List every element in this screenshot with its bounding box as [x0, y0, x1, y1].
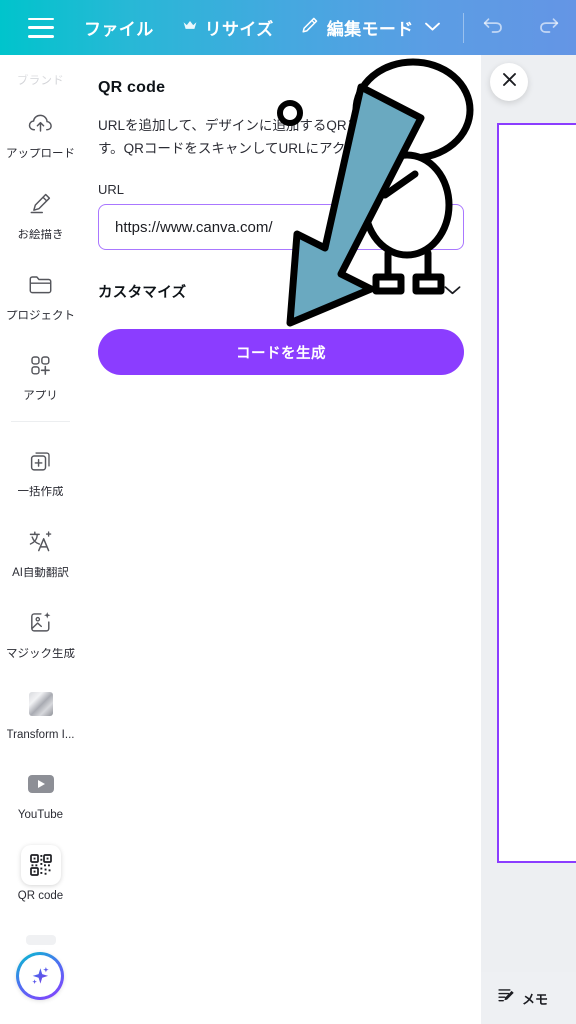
undo-arrow-icon — [481, 14, 505, 41]
youtube-icon — [21, 764, 61, 804]
sidebar-item-magic-media[interactable]: マジック生成 — [0, 590, 81, 671]
translate-icon — [21, 522, 61, 562]
transform-thumbnail-icon — [21, 684, 61, 724]
memo-button[interactable]: メモ — [497, 986, 548, 1010]
url-field-label: URL — [98, 182, 125, 198]
sidebar-item-transform[interactable]: Transform I... — [0, 671, 81, 752]
folder-icon — [21, 265, 61, 305]
close-icon — [502, 72, 517, 92]
apps-grid-plus-icon — [21, 345, 61, 385]
sidebar-item-upload[interactable]: アップロード — [0, 90, 81, 171]
sidebar-item-apps[interactable]: アプリ — [0, 332, 81, 413]
undo-button[interactable] — [472, 7, 514, 49]
sidebar-scroll-content: ブランド アップロード お絵描き プロジェクト アプリ 一括作成 AI自動翻訳 … — [0, 55, 81, 945]
sidebar-item-label: マジック生成 — [6, 647, 75, 660]
sidebar-item-label: アプリ — [23, 390, 58, 403]
sidebar-item-projects[interactable]: プロジェクト — [0, 252, 81, 333]
sidebar-item-label: お絵描き — [17, 228, 64, 241]
sidebar-item-label: プロジェクト — [6, 309, 75, 322]
file-menu-label: ファイル — [84, 20, 154, 39]
upload-cloud-icon — [21, 103, 61, 143]
sidebar-item-qr-code[interactable]: QR code — [0, 832, 81, 913]
sidebar-item-label: アップロード — [6, 148, 75, 160]
sidebar-item-placeholder — [25, 934, 56, 945]
toolbar-divider — [462, 12, 464, 43]
notes-pencil-icon — [497, 986, 516, 1010]
design-canvas-area[interactable]: メモ — [481, 55, 576, 1024]
canva-editor-window: ファイル リサイズ 編集モード メモ ブランド アップロード お絵描き プロジェ… — [0, 0, 576, 1024]
sidebar-divider — [11, 421, 70, 423]
sidebar-item-youtube[interactable]: YouTube — [0, 751, 81, 832]
sidebar-item-label: Transform I... — [6, 728, 75, 741]
qr-code-panel: QR code URLを追加して、デザインに追加するQRコードを作成します。QR… — [81, 55, 481, 1024]
hamburger-menu-icon[interactable] — [28, 17, 54, 38]
redo-arrow-icon — [537, 14, 561, 41]
top-toolbar: ファイル リサイズ 編集モード — [0, 0, 576, 55]
file-menu-button[interactable]: ファイル — [84, 0, 154, 55]
edit-mode-button[interactable]: 編集モード — [300, 0, 441, 55]
sidebar-item-label: YouTube — [17, 809, 64, 822]
sidebar-item-label: AI自動翻訳 — [12, 566, 69, 579]
design-page[interactable] — [497, 123, 576, 863]
sidebar-item-draw[interactable]: お絵描き — [0, 171, 81, 252]
panel-description: URLを追加して、デザインに追加するQRコードを作成します。QRコードをスキャン… — [98, 118, 455, 157]
chevron-down-icon — [424, 19, 441, 37]
redo-button[interactable] — [528, 7, 570, 49]
magic-assistant-button[interactable] — [16, 952, 64, 1000]
memo-bar: メモ — [481, 972, 576, 1024]
panel-title: QR code — [98, 79, 166, 96]
edit-mode-label: 編集モード — [326, 20, 414, 39]
pencil-icon — [300, 16, 319, 40]
bulk-create-icon — [21, 441, 61, 481]
close-panel-button[interactable] — [490, 63, 528, 101]
sidebar-item-ai-translate[interactable]: AI自動翻訳 — [0, 509, 81, 590]
sparkle-magic-icon — [19, 955, 61, 997]
qr-code-icon — [20, 845, 61, 886]
memo-label: メモ — [522, 991, 549, 1007]
sidebar-item-label: QR code — [17, 890, 64, 903]
chevron-down-icon — [443, 283, 462, 301]
sidebar-item-label: 一括作成 — [17, 486, 64, 499]
sidebar-item-bulk-create[interactable]: 一括作成 — [0, 428, 81, 509]
magic-media-icon — [21, 603, 61, 643]
customize-section-toggle[interactable]: カスタマイズ — [98, 281, 462, 302]
crown-icon — [182, 19, 198, 37]
resize-button[interactable]: リサイズ — [182, 0, 274, 55]
generate-code-button[interactable]: コードを生成 — [98, 329, 464, 376]
resize-label: リサイズ — [204, 20, 274, 39]
url-input[interactable] — [98, 204, 464, 251]
left-sidebar[interactable]: ブランド アップロード お絵描き プロジェクト アプリ 一括作成 AI自動翻訳 … — [0, 55, 81, 1024]
customize-label: カスタマイズ — [98, 285, 187, 302]
draw-pen-icon — [21, 184, 61, 224]
sidebar-section-brand-label: ブランド — [16, 75, 65, 87]
